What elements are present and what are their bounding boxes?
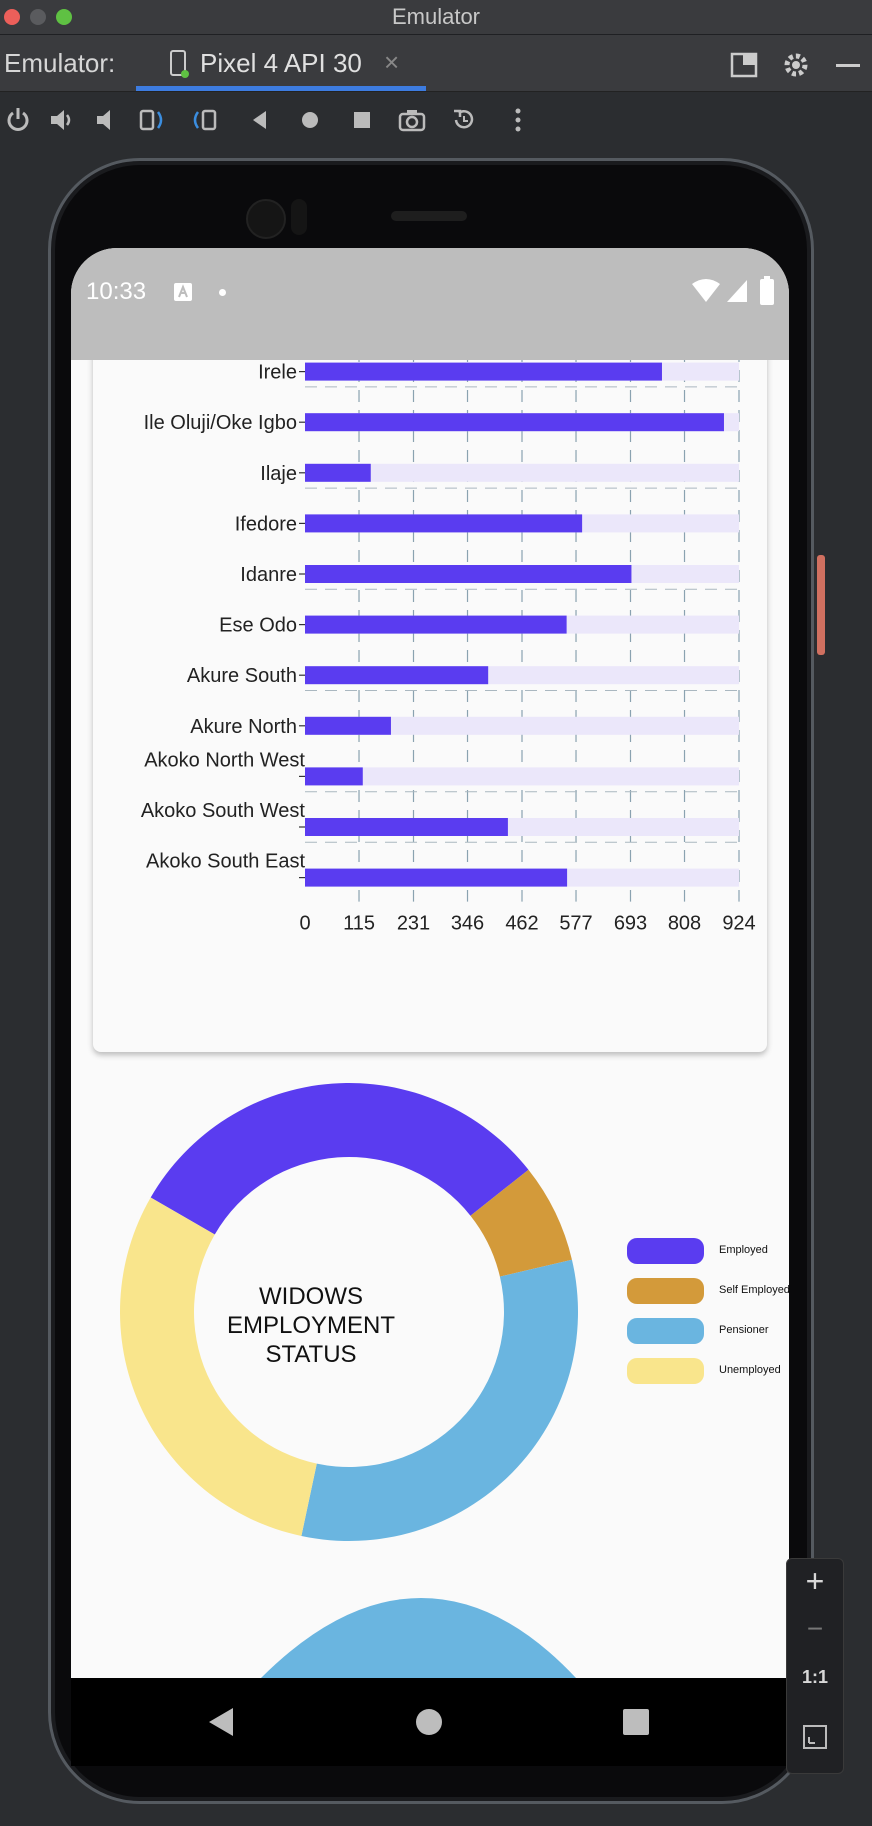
donut-chart [119, 1083, 578, 1542]
donut-legend: Employed Self Employed Pensioner Unemplo… [627, 1238, 789, 1398]
gear-icon[interactable] [780, 49, 812, 81]
sensor [291, 199, 307, 235]
power-icon[interactable] [4, 106, 32, 134]
donut-slice-employed [150, 1083, 529, 1235]
zoom-fit-icon[interactable] [801, 1723, 829, 1751]
nav-home-icon[interactable] [415, 1708, 443, 1736]
home-icon[interactable] [296, 106, 324, 134]
next-pie-chart-partial [261, 1598, 576, 1678]
legend-item-employed: Employed [627, 1238, 787, 1266]
legend-item-pensioner: Pensioner [627, 1318, 787, 1346]
back-icon[interactable] [246, 106, 274, 134]
status-time: 10:33 [86, 278, 147, 305]
wifi-icon [692, 279, 720, 302]
volume-down-icon[interactable] [92, 106, 120, 134]
battery-icon [760, 276, 774, 305]
camera-icon[interactable] [398, 106, 426, 134]
legend-swatch-pensioner [627, 1318, 704, 1344]
legend-label-unemployed: Unemployed [719, 1364, 781, 1376]
zoom-out-button[interactable]: − [787, 1613, 843, 1645]
close-window-button[interactable] [4, 9, 20, 25]
front-camera [246, 199, 286, 239]
rotate-left-icon[interactable] [138, 106, 166, 134]
legend-swatch-self-employed [627, 1278, 704, 1304]
replay-icon[interactable] [450, 106, 478, 134]
earpiece-speaker [391, 211, 467, 221]
legend-swatch-employed [627, 1238, 704, 1264]
minimize-window-button[interactable] [30, 9, 46, 25]
emulator-toolbar [0, 92, 872, 148]
volume-up-icon[interactable] [48, 106, 76, 134]
notification-dot-icon [219, 289, 226, 296]
legend-label-pensioner: Pensioner [719, 1324, 769, 1336]
window-title: Emulator [391, 4, 481, 29]
device-tab[interactable]: Pixel 4 API 30 × [136, 35, 426, 91]
window-mode-icon[interactable] [728, 49, 760, 81]
zoom-in-button[interactable]: + [787, 1563, 843, 1600]
android-nav-bar [71, 1678, 789, 1766]
zoom-actual-size-button[interactable]: 1:1 [787, 1667, 843, 1688]
overview-icon[interactable] [348, 106, 376, 134]
minimize-panel-icon[interactable] [832, 49, 864, 81]
android-status-bar: 10:33 [71, 248, 789, 360]
emulator-tabbar: Emulator: Pixel 4 API 30 × [0, 35, 872, 92]
legend-item-unemployed: Unemployed [627, 1358, 787, 1386]
app-scroll-content[interactable]: OdigboIreleIle Oluji/Oke IgboIlajeIfedor… [71, 360, 789, 1678]
more-icon[interactable] [504, 106, 532, 134]
legend-item-self-employed: Self Employed [627, 1278, 789, 1306]
emulator-label: Emulator: [4, 48, 116, 78]
donut-center-title: WIDOWS EMPLOYMENT STATUS [191, 1282, 431, 1369]
cellular-signal-icon [727, 280, 747, 302]
legend-swatch-unemployed [627, 1358, 704, 1384]
power-side-button [817, 555, 825, 655]
window-titlebar: Emulator [0, 0, 872, 35]
close-tab-icon[interactable]: × [384, 47, 399, 78]
nav-overview-icon[interactable] [622, 1708, 650, 1736]
donut-title-line-1: WIDOWS EMPLOYMENT [226, 1283, 396, 1339]
device-screen: 10:33 OdigboIreleIle Oluji/Oke IgboIlaje… [71, 248, 789, 1678]
nav-back-icon[interactable] [205, 1706, 235, 1738]
notification-a-icon [174, 283, 192, 301]
zoom-window-button[interactable] [56, 9, 72, 25]
rotate-right-icon[interactable] [190, 106, 218, 134]
donut-title-line-2: STATUS [265, 1341, 357, 1368]
legend-label-employed: Employed [719, 1244, 768, 1256]
active-tab-indicator [136, 86, 426, 91]
phone-device-icon [170, 50, 189, 78]
next-pie-slice-partial [261, 1598, 576, 1678]
device-tab-label: Pixel 4 API 30 [200, 48, 362, 78]
emulator-zoom-panel: + − 1:1 [786, 1558, 844, 1774]
legend-label-self-employed: Self Employed [719, 1284, 789, 1296]
